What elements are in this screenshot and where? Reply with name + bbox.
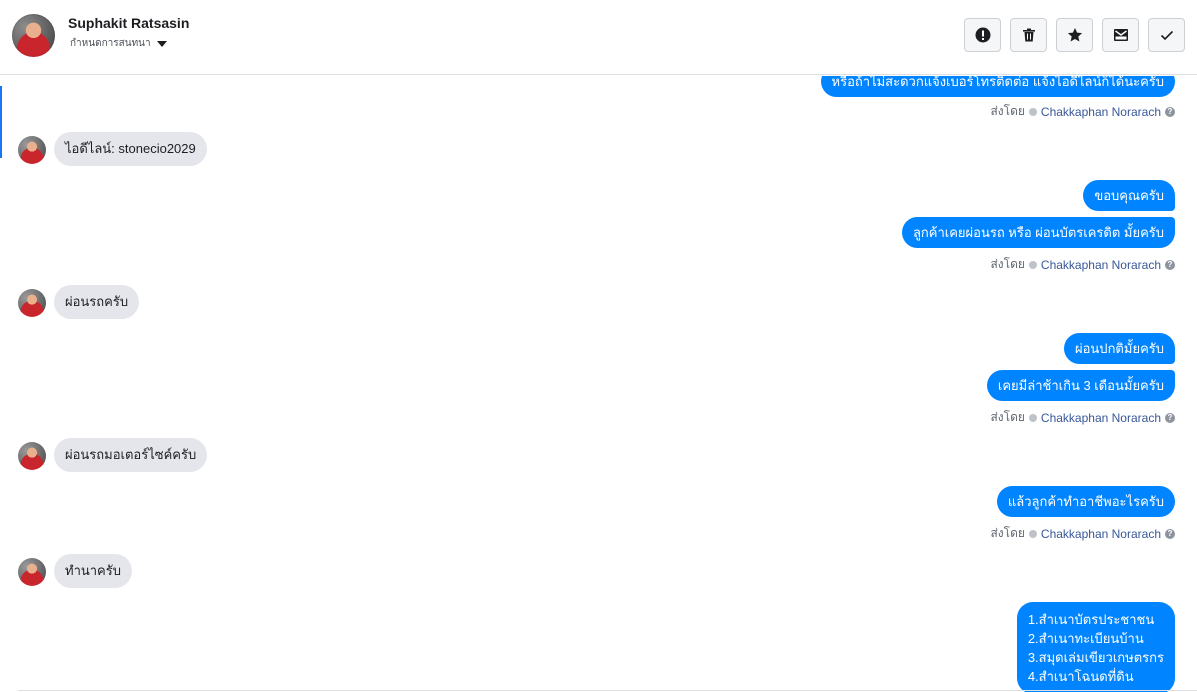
list-line: 2.สำเนาทะเบียนบ้าน xyxy=(1027,631,1144,646)
verified-icon xyxy=(1028,260,1037,269)
mark-unread-button[interactable] xyxy=(1102,18,1139,52)
contact-name[interactable]: Suphakit Ratsasin xyxy=(68,15,189,31)
contact-avatar-small[interactable] xyxy=(18,136,46,164)
list-line: 3.สมุดเล่มเขียวเกษตรกร xyxy=(1027,650,1164,665)
delete-button[interactable] xyxy=(1010,18,1047,52)
sent-by-row: ส่งโดย Chakkaphan Norarach ? xyxy=(990,102,1175,121)
verified-icon xyxy=(1028,529,1037,538)
outgoing-message: ขอบคุณครับ xyxy=(1083,180,1175,211)
conversation-schedule-dropdown[interactable]: กำหนดการสนทนา xyxy=(70,36,167,51)
outgoing-message: แล้วลูกค้าทำอาชีพอะไรครับ xyxy=(996,486,1175,517)
sent-by-label: ส่งโดย xyxy=(990,526,1025,540)
incoming-message: ผ่อนรถมอเตอร์ไซค์ครับ xyxy=(54,438,208,472)
help-icon[interactable]: ? xyxy=(1165,412,1175,423)
sent-by-label: ส่งโดย xyxy=(990,257,1025,271)
incoming-message: ทำนาครับ xyxy=(54,554,132,588)
agent-name[interactable]: Chakkaphan Norarach xyxy=(1041,258,1161,272)
sent-by-row: ส่งโดย Chakkaphan Norarach ? xyxy=(990,524,1175,543)
agent-name[interactable]: Chakkaphan Norarach xyxy=(1041,105,1161,119)
trash-icon xyxy=(1022,28,1035,42)
contact-avatar-small[interactable] xyxy=(18,289,46,317)
outgoing-message: หรือถ้าไม่สะดวกแจ้งเบอร์โทรติดต่อ แจ้งไอ… xyxy=(820,76,1175,97)
caret-down-icon xyxy=(156,40,167,47)
composer-divider xyxy=(18,690,1197,691)
incoming-message: ผ่อนรถครับ xyxy=(54,285,140,319)
conversation-schedule-label: กำหนดการสนทนา xyxy=(70,38,151,49)
check-icon xyxy=(1160,30,1173,41)
contact-avatar-small[interactable] xyxy=(18,442,46,470)
list-line: 4.สำเนาโฉนดที่ดิน xyxy=(1027,669,1134,684)
mail-icon xyxy=(1113,29,1128,41)
sent-by-row: ส่งโดย Chakkaphan Norarach ? xyxy=(990,408,1175,427)
list-line: 1.สำเนาบัตรประชาชน xyxy=(1027,612,1155,627)
outgoing-message: ผ่อนปกติมั้ยครับ xyxy=(1064,333,1175,364)
report-button[interactable] xyxy=(964,18,1001,52)
star-icon xyxy=(1067,28,1082,42)
sent-by-label: ส่งโดย xyxy=(990,104,1025,118)
incoming-message: ไอดีไลน์: stonecio2029 xyxy=(54,132,207,166)
help-icon[interactable]: ? xyxy=(1165,106,1175,117)
help-icon[interactable]: ? xyxy=(1165,528,1175,539)
contact-avatar[interactable] xyxy=(12,14,55,57)
sent-by-label: ส่งโดย xyxy=(990,410,1025,424)
contact-avatar-small[interactable] xyxy=(18,558,46,586)
verified-icon xyxy=(1028,107,1037,116)
outgoing-message: ลูกค้าเคยผ่อนรถ หรือ ผ่อนบัตรเครดิต มั้ย… xyxy=(901,217,1175,248)
message-thread[interactable]: หรือถ้าไม่สะดวกแจ้งเบอร์โทรติดต่อ แจ้งไอ… xyxy=(0,76,1197,692)
verified-icon xyxy=(1028,413,1037,422)
agent-name[interactable]: Chakkaphan Norarach xyxy=(1041,411,1161,425)
help-icon[interactable]: ? xyxy=(1165,259,1175,270)
outgoing-message: เคยมีล่าช้าเกิน 3 เดือนมั้ยครับ xyxy=(986,370,1175,401)
report-icon xyxy=(975,27,990,43)
sent-by-row: ส่งโดย Chakkaphan Norarach ? xyxy=(990,255,1175,274)
header-actions xyxy=(964,18,1185,52)
outgoing-message-list: 1.สำเนาบัตรประชาชน 2.สำเนาทะเบียนบ้าน 3.… xyxy=(1016,602,1175,692)
star-button[interactable] xyxy=(1056,18,1093,52)
conversation-header: Suphakit Ratsasin กำหนดการสนทนา xyxy=(0,0,1197,75)
mark-done-button[interactable] xyxy=(1148,18,1185,52)
agent-name[interactable]: Chakkaphan Norarach xyxy=(1041,527,1161,541)
